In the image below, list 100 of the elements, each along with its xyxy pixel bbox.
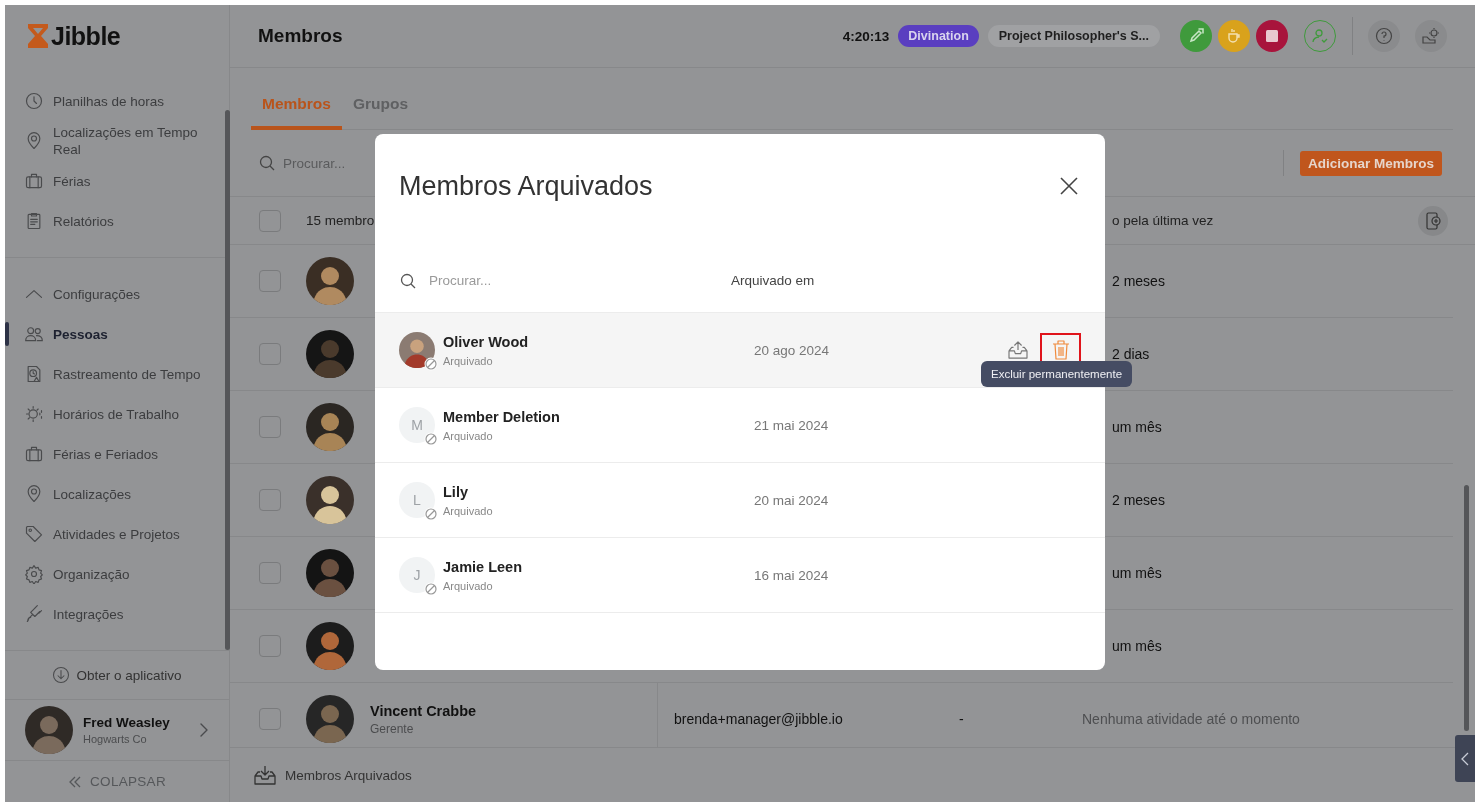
- break-button[interactable]: [1218, 20, 1250, 52]
- scrollbar[interactable]: [1464, 485, 1469, 731]
- download-icon: [52, 666, 71, 684]
- search-field[interactable]: Procurar...: [259, 155, 1283, 171]
- checkbox[interactable]: [259, 562, 281, 584]
- archived-date: 21 mai 2024: [754, 417, 830, 433]
- checkbox[interactable]: [259, 635, 281, 657]
- avatar: [399, 332, 435, 368]
- avatar: L: [399, 482, 435, 518]
- last-active-cell-text: Nenhuma atividade até o momento: [1082, 711, 1301, 727]
- member-status: Arquivado: [443, 579, 494, 592]
- nav-item[interactable]: Rastreamento de Tempo: [5, 354, 229, 394]
- help-button[interactable]: [1368, 20, 1400, 52]
- checkbox[interactable]: [259, 343, 281, 365]
- checkbox[interactable]: [259, 708, 281, 730]
- nav-item[interactable]: Férias: [5, 161, 229, 201]
- nav-item[interactable]: Planilhas de horas: [5, 81, 229, 121]
- get-app-link[interactable]: Obter o aplicativo: [52, 666, 182, 684]
- search-icon: [400, 272, 416, 289]
- people-icon: [24, 324, 44, 344]
- logo-text: Jibble: [51, 21, 121, 51]
- gear-icon: [24, 564, 44, 584]
- member-name: Oliver Wood: [443, 333, 530, 350]
- project-tag[interactable]: Project Philosopher's S...: [987, 25, 1160, 47]
- search-icon: [259, 155, 275, 171]
- last-active-cell-text: um mês: [1111, 638, 1163, 654]
- last-active-cell-text: um mês: [1111, 565, 1163, 581]
- avatar: M: [399, 407, 435, 443]
- nav-item[interactable]: Atividades e Projetos: [5, 514, 229, 554]
- column-header: 15 membro: [306, 213, 376, 228]
- nav-item[interactable]: Localizações em Tempo Real: [5, 121, 229, 161]
- nav-item[interactable]: Férias e Feriados: [5, 434, 229, 474]
- member-status: Arquivado: [443, 429, 494, 442]
- last-active-cell-text: 2 meses: [1111, 492, 1166, 508]
- collapse-button[interactable]: COLAPSAR: [68, 774, 166, 789]
- pencil-icon: [1188, 28, 1204, 44]
- member-name: Lily: [443, 483, 469, 500]
- archived-date: 20 ago 2024: [754, 342, 831, 358]
- nav-item[interactable]: Relatórios: [5, 201, 229, 241]
- column-header: Arquivado em: [731, 273, 816, 288]
- double-chevron-icon: [68, 775, 83, 788]
- avatar: [306, 622, 354, 670]
- archived-date: 20 mai 2024: [754, 492, 830, 508]
- dialog-title: Membros Arquivados: [399, 171, 653, 202]
- avatar: [306, 695, 354, 743]
- archived-date: 16 mai 2024: [754, 567, 830, 583]
- organization-name: Hogwarts Co: [83, 733, 148, 745]
- user-name: Fred Weasley: [83, 715, 171, 730]
- search-field[interactable]: Procurar...: [400, 272, 731, 289]
- nav-item[interactable]: Organização: [5, 554, 229, 594]
- help-icon: [1375, 27, 1393, 45]
- unarchive-button[interactable]: [1008, 340, 1028, 360]
- column-settings-button[interactable]: [1418, 205, 1448, 236]
- inbox-download-icon: [254, 765, 276, 785]
- stop-icon: [1266, 30, 1278, 42]
- checkbox[interactable]: [259, 416, 281, 438]
- archived-member-row[interactable]: L Lily Arquivado 20 mai 2024: [375, 463, 1105, 538]
- checkbox[interactable]: [259, 270, 281, 292]
- avatar: [306, 330, 354, 378]
- chevron-right-icon[interactable]: [199, 722, 209, 738]
- sun-icon: [24, 404, 44, 424]
- nav-item[interactable]: Localizações: [5, 474, 229, 514]
- tag-icon: [24, 524, 44, 544]
- scrollbar[interactable]: [225, 110, 230, 650]
- close-icon: [1059, 175, 1079, 196]
- nav-item[interactable]: Integrações: [5, 594, 229, 634]
- nav-item[interactable]: Horários de Trabalho: [5, 394, 229, 434]
- avatar: J: [399, 557, 435, 593]
- cup-icon: [1226, 28, 1242, 44]
- archived-members-link[interactable]: Membros Arquivados: [254, 765, 412, 785]
- add-members-button[interactable]: Adicionar Membros: [1299, 150, 1442, 176]
- archived-icon: [424, 507, 438, 521]
- avatar: [306, 257, 354, 305]
- checkbox[interactable]: [259, 209, 281, 232]
- archived-icon: [424, 357, 438, 371]
- section-header[interactable]: Configurações: [5, 274, 229, 314]
- last-active-cell-text: 2 dias: [1111, 346, 1151, 362]
- chevron-left-icon: [1461, 751, 1469, 766]
- last-active-cell-text: um mês: [1111, 419, 1163, 435]
- side-panel-toggle[interactable]: [1455, 735, 1475, 782]
- suitcase-icon: [24, 171, 44, 191]
- archived-member-row[interactable]: J Jamie Leen Arquivado 16 mai 2024: [375, 538, 1105, 613]
- clock-icon: [24, 91, 44, 111]
- archived-member-row[interactable]: M Member Deletion Arquivado 21 mai 2024: [375, 388, 1105, 463]
- page-title: Membros: [258, 25, 344, 47]
- user-check-icon: [1312, 28, 1328, 44]
- checkbox[interactable]: [259, 489, 281, 511]
- avatar: [306, 549, 354, 597]
- stop-button[interactable]: [1256, 20, 1288, 52]
- nav-item[interactable]: Pessoas: [5, 314, 229, 354]
- switch-button[interactable]: [1180, 20, 1212, 52]
- avatar: [306, 403, 354, 451]
- tooltip: Excluir permanentemente: [981, 361, 1133, 387]
- email-cell: brenda+manager@jibble.io: [657, 683, 959, 747]
- activity-tag[interactable]: Divination: [898, 25, 979, 47]
- settings-icon: [1422, 27, 1440, 45]
- settings-button[interactable]: [1415, 20, 1447, 52]
- column-header: o pela última vez: [1111, 213, 1215, 228]
- hourglass-icon: [27, 23, 49, 49]
- avatar: [306, 476, 354, 524]
